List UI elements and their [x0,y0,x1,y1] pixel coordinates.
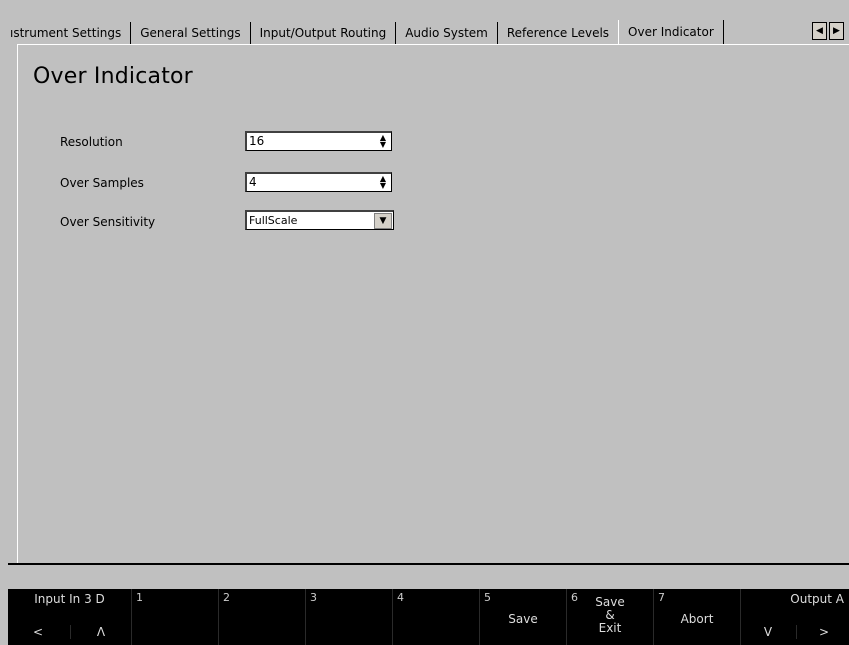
tab-input-output-routing[interactable]: Input/Output Routing [249,22,396,44]
over-sensitivity-value: FullScale [249,214,298,227]
softkey-number: 3 [310,591,317,604]
abort-label: Abort [680,612,714,626]
save-exit-label: Save & Exit [567,596,653,635]
save-label: Save [508,612,538,626]
softkey-2[interactable]: 2 [218,589,305,645]
settings-panel [17,44,849,564]
input-selector[interactable]: Input In 3 D < Λ [8,589,131,645]
over-samples-value: 4 [249,175,257,189]
tab-scroll-right-icon[interactable]: ▶ [829,22,844,40]
down-button[interactable]: V [741,625,795,639]
softkey-number: 7 [658,591,665,604]
resolution-value: 16 [249,134,265,148]
chevron-down-icon[interactable]: ▼ [374,213,392,229]
softkey-1[interactable]: 1 [131,589,218,645]
save-exit-line3: Exit [598,621,622,635]
softkey-number: 4 [397,591,404,604]
panel-divider [8,563,849,565]
output-label: Output A [790,592,844,606]
save-exit-line1: Save [595,595,625,609]
tab-reference-levels[interactable]: Reference Levels [496,22,618,44]
softkey-3[interactable]: 3 [305,589,392,645]
tab-strip: ıstrument Settings General Settings Inpu… [8,20,849,44]
softkey-number: 2 [223,591,230,604]
next-button[interactable]: > [796,625,849,639]
spin-arrows-icon[interactable]: ▲ ▼ [377,175,389,190]
abort-button[interactable]: 7 Abort [653,589,740,645]
up-button[interactable]: Λ [70,625,131,639]
save-exit-button[interactable]: 6 Save & Exit [566,589,653,645]
over-samples-stepper[interactable]: 4 ▲ ▼ [245,172,392,192]
output-selector[interactable]: Output A V > [740,589,849,645]
softkey-number: 1 [136,591,143,604]
page-title: Over Indicator [33,64,193,89]
softkey-number: 5 [484,591,491,604]
spin-arrows-icon[interactable]: ▲ ▼ [377,134,389,149]
resolution-label: Resolution [60,135,123,149]
prev-button[interactable]: < [8,625,68,639]
tab-instrument-settings[interactable]: ıstrument Settings [8,22,130,44]
over-samples-label: Over Samples [60,176,144,190]
tab-general-settings[interactable]: General Settings [130,22,249,44]
save-button[interactable]: 5 Save [479,589,566,645]
over-sensitivity-label: Over Sensitivity [60,215,156,229]
tab-bar: ıstrument Settings General Settings Inpu… [0,0,849,44]
tab-scroll-left-icon[interactable]: ◀ [812,22,827,40]
softkey-4[interactable]: 4 [392,589,479,645]
over-sensitivity-select[interactable]: FullScale ▼ [245,210,394,230]
tab-over-indicator[interactable]: Over Indicator [618,20,724,44]
tab-audio-system[interactable]: Audio System [395,22,497,44]
input-label: Input In 3 D [34,592,105,606]
save-exit-line2: & [605,608,615,622]
resolution-stepper[interactable]: 16 ▲ ▼ [245,131,392,151]
softkey-bar: Input In 3 D < Λ 1 2 3 4 5 Save 6 Save &… [8,589,849,645]
